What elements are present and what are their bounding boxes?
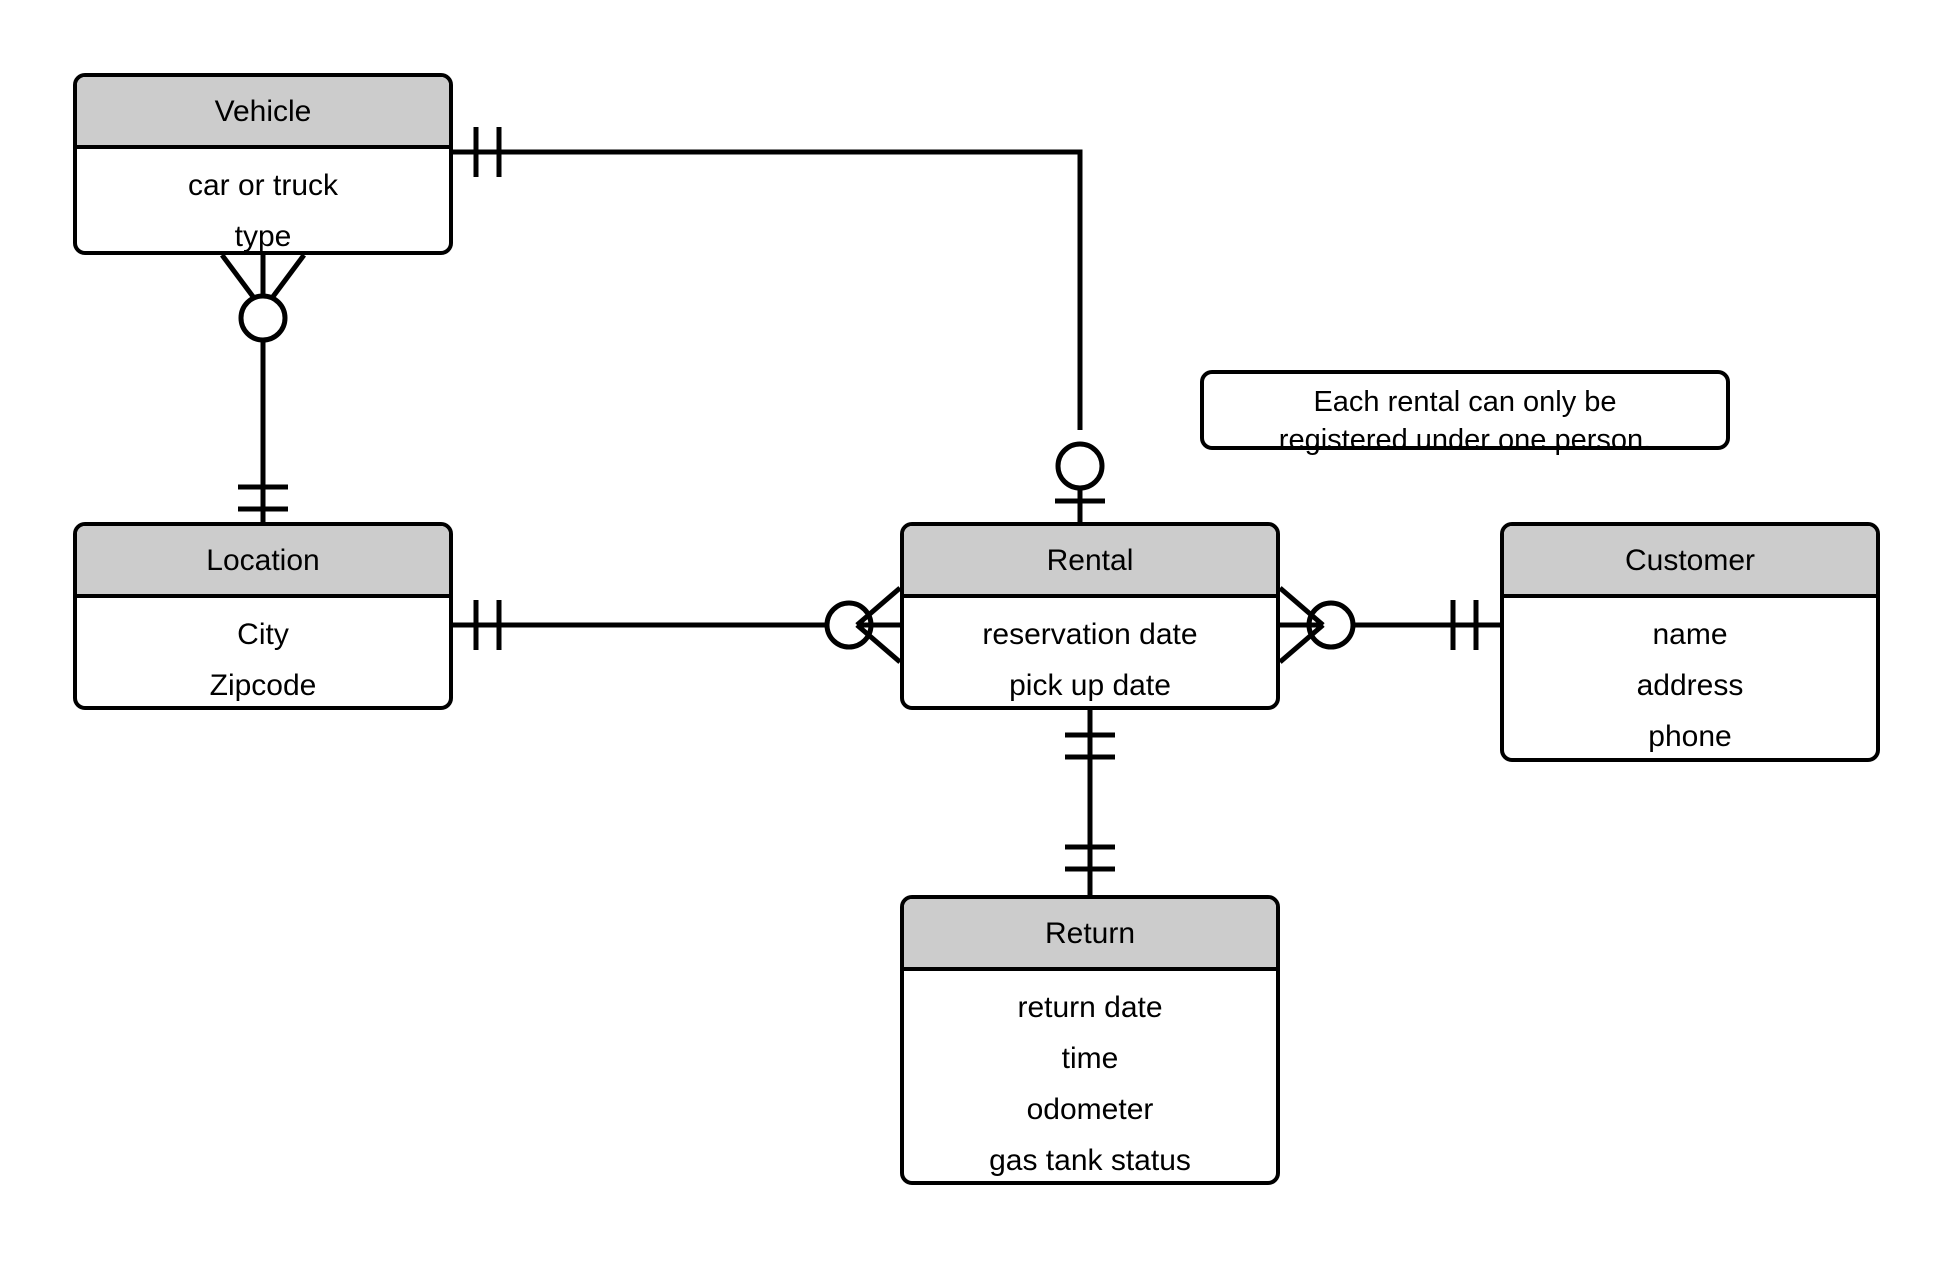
one-and-only-one-rental-return-rental-end: [1065, 732, 1115, 760]
note-rental-person[interactable]: Each rental can only be registered under…: [1200, 370, 1730, 456]
attribute-row: pick up date: [1009, 669, 1171, 702]
entity-location[interactable]: Location City Zipcode: [73, 522, 453, 710]
crowsfoot-vehicle-location-vehicle-end: [219, 253, 307, 312]
attribute-row: car or truck: [187, 169, 339, 202]
note-line: registered under one person.: [1278, 424, 1652, 457]
attribute-row: type: [234, 220, 292, 253]
attribute-row: Zipcode: [209, 669, 317, 702]
one-and-only-one-location-rental-location-end: [473, 600, 502, 650]
entity-rental-attributes: reservation date pick up date: [904, 598, 1276, 706]
entity-location-title: Location: [77, 526, 449, 598]
entity-customer-attributes: name address phone: [1504, 598, 1876, 758]
optional-circle-rental-customer: [1306, 600, 1356, 650]
one-and-only-one-rental-customer-customer-end: [1450, 600, 1479, 650]
entity-rental-title: Rental: [904, 526, 1276, 598]
attribute-row: name: [1652, 618, 1728, 651]
entity-location-attributes: City Zipcode: [77, 598, 449, 706]
entity-return-title: Return: [904, 899, 1276, 971]
er-diagram-canvas: Vehicle car or truck type Location City …: [0, 0, 1950, 1266]
optional-circle-vehicle-location: [238, 293, 288, 343]
crowsfoot-rental-customer-rental-end: [1278, 586, 1325, 664]
entity-customer-title: Customer: [1504, 526, 1876, 598]
attribute-row: gas tank status: [989, 1144, 1191, 1177]
one-and-only-one-location-end: [238, 484, 288, 512]
entity-return-attributes: return date time odometer gas tank statu…: [904, 971, 1276, 1181]
one-and-only-one-rental-return-return-end: [1065, 844, 1115, 872]
crowsfoot-location-rental-rental-end: [855, 586, 902, 664]
entity-rental[interactable]: Rental reservation date pick up date: [900, 522, 1280, 710]
attribute-row: return date: [1017, 991, 1163, 1024]
entity-vehicle-attributes: car or truck type: [77, 149, 449, 253]
attribute-row: address: [1636, 669, 1744, 702]
attribute-row: odometer: [1026, 1093, 1154, 1126]
note-line: Each rental can only be: [1313, 386, 1617, 418]
attribute-row: time: [1061, 1042, 1119, 1075]
attribute-row: reservation date: [982, 618, 1198, 651]
attribute-row: City: [237, 618, 289, 651]
attribute-row: phone: [1648, 720, 1732, 753]
entity-return[interactable]: Return return date time odometer gas tan…: [900, 895, 1280, 1185]
entity-customer[interactable]: Customer name address phone: [1500, 522, 1880, 762]
entity-vehicle-title: Vehicle: [77, 77, 449, 149]
optional-circle-vehicle-rental: [1055, 441, 1105, 491]
one-and-only-one-vehicle-rental-vehicle-end: [473, 127, 502, 177]
optional-circle-location-rental: [824, 600, 874, 650]
entity-vehicle[interactable]: Vehicle car or truck type: [73, 73, 453, 255]
line-vehicle-rental: [453, 149, 1083, 430]
